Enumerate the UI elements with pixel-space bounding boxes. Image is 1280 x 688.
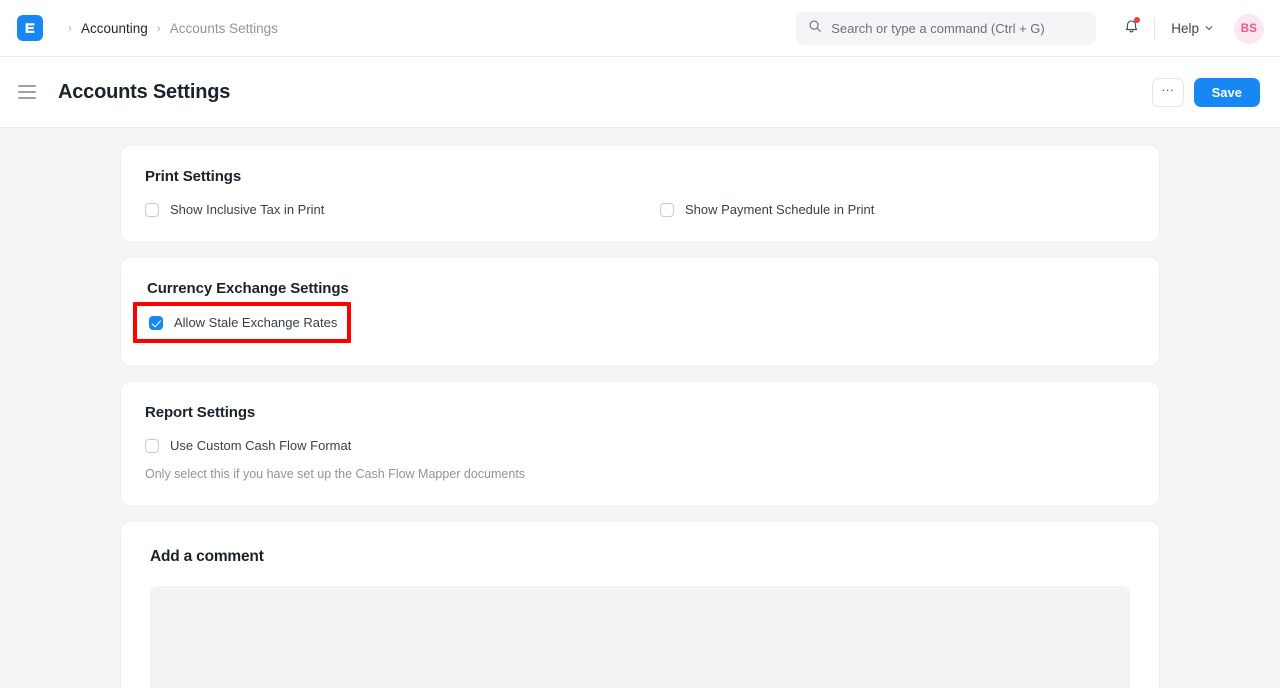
search-icon: [808, 19, 822, 38]
card-currency-exchange-settings: Currency Exchange Settings Allow Stale E…: [120, 257, 1160, 366]
report-settings-description: Only select this if you have set up the …: [145, 467, 1135, 481]
search-input[interactable]: Search or type a command (Ctrl + G): [796, 12, 1096, 45]
checkbox-label: Allow Stale Exchange Rates: [174, 315, 337, 330]
checkbox-show-payment-schedule-in-print[interactable]: [660, 203, 674, 217]
page-body: Print Settings Show Inclusive Tax in Pri…: [0, 128, 1280, 688]
checkbox-label: Show Inclusive Tax in Print: [170, 202, 324, 217]
section-title-currency-exchange: Currency Exchange Settings: [147, 280, 1135, 297]
navbar-divider: [1154, 18, 1155, 40]
checkbox-label: Show Payment Schedule in Print: [685, 202, 874, 217]
settings-content: Print Settings Show Inclusive Tax in Pri…: [120, 145, 1160, 688]
frappe-logo-icon[interactable]: [17, 15, 43, 41]
sidebar-toggle-icon[interactable]: [16, 79, 42, 105]
breadcrumb-item-current: Accounts Settings: [170, 21, 278, 36]
notifications-button[interactable]: [1114, 12, 1148, 45]
save-button[interactable]: Save: [1194, 78, 1260, 107]
breadcrumb-separator-2: ›: [157, 21, 161, 35]
print-settings-fields: Show Inclusive Tax in Print Show Payment…: [145, 202, 1135, 217]
page-header-actions: ··· Save: [1152, 78, 1260, 107]
more-options-button[interactable]: ···: [1152, 78, 1184, 107]
section-title-print: Print Settings: [145, 168, 1135, 185]
checkbox-show-inclusive-tax-in-print[interactable]: [145, 203, 159, 217]
checkbox-row-use-custom-cash-flow-format[interactable]: Use Custom Cash Flow Format: [145, 438, 351, 453]
section-title-report: Report Settings: [145, 404, 1135, 421]
breadcrumb: › Accounting › Accounts Settings: [59, 21, 278, 36]
comment-input[interactable]: [150, 586, 1130, 688]
checkbox-row-show-payment-schedule-in-print[interactable]: Show Payment Schedule in Print: [660, 202, 874, 217]
avatar[interactable]: BS: [1234, 14, 1264, 44]
card-report-settings: Report Settings Use Custom Cash Flow For…: [120, 381, 1160, 506]
breadcrumb-separator-1: ›: [68, 21, 72, 35]
search-placeholder: Search or type a command (Ctrl + G): [831, 21, 1045, 36]
help-label: Help: [1171, 21, 1199, 36]
page-title: Accounts Settings: [58, 81, 230, 104]
checkbox-use-custom-cash-flow-format[interactable]: [145, 439, 159, 453]
page-header: Accounts Settings ··· Save: [0, 57, 1280, 128]
card-add-comment: Add a comment: [120, 521, 1160, 688]
card-print-settings: Print Settings Show Inclusive Tax in Pri…: [120, 145, 1160, 242]
help-dropdown[interactable]: Help: [1167, 16, 1218, 41]
navbar-right-group: Search or type a command (Ctrl + G) Help…: [796, 0, 1264, 57]
breadcrumb-item-accounting[interactable]: Accounting: [81, 21, 148, 36]
checkbox-allow-stale-exchange-rates[interactable]: [149, 316, 163, 330]
checkbox-row-show-inclusive-tax-in-print[interactable]: Show Inclusive Tax in Print: [145, 202, 324, 217]
top-navbar: › Accounting › Accounts Settings Search …: [0, 0, 1280, 57]
checkbox-label: Use Custom Cash Flow Format: [170, 438, 351, 453]
add-comment-title: Add a comment: [150, 548, 1130, 566]
highlight-annotation-box: Allow Stale Exchange Rates: [133, 302, 351, 343]
report-settings-fields: Use Custom Cash Flow Format: [145, 438, 1135, 453]
chevron-down-icon: [1204, 21, 1214, 36]
checkbox-row-allow-stale-exchange-rates[interactable]: Allow Stale Exchange Rates: [149, 315, 337, 330]
